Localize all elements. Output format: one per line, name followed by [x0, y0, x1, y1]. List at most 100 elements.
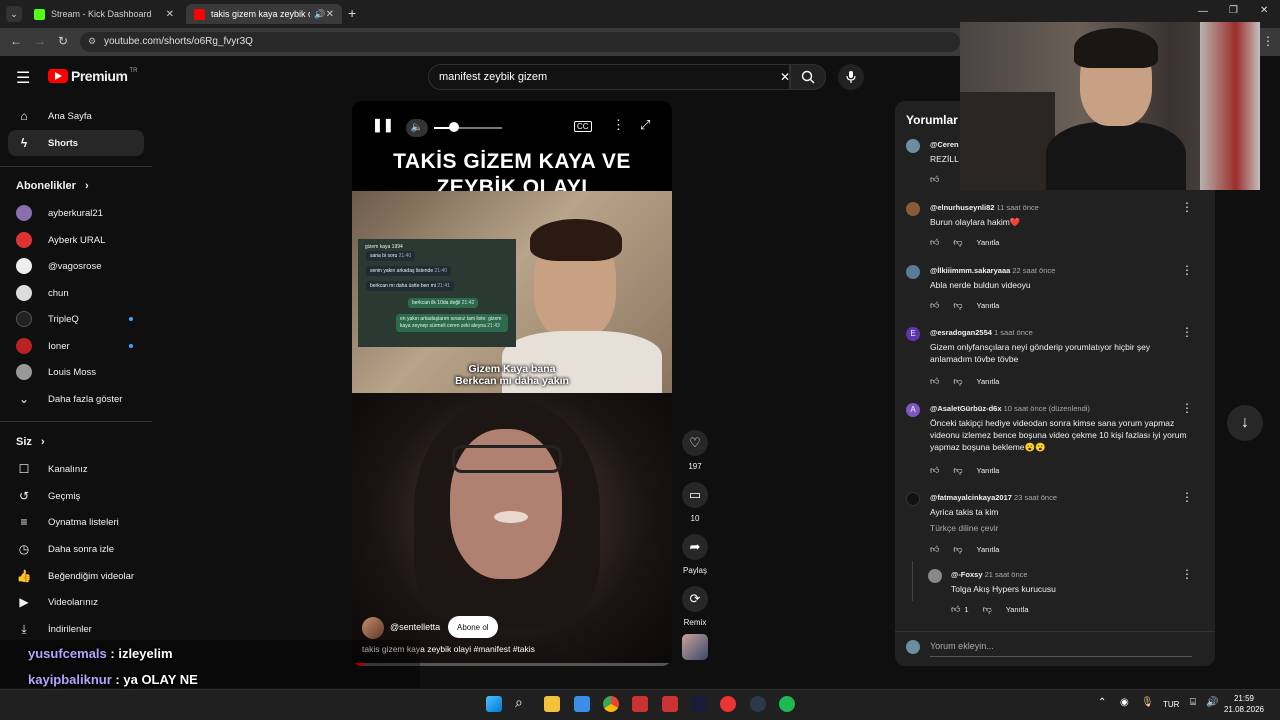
back-icon[interactable]: ← [10, 34, 22, 48]
media-player-icon[interactable] [720, 696, 736, 712]
url-field[interactable]: ⚙ youtube.com/shorts/o6Rg_fvyr3Q [80, 32, 960, 52]
captions-icon[interactable]: CC [574, 121, 592, 132]
sidebar-item-channel[interactable]: ☐ Kanalınız [8, 456, 144, 482]
sidebar-item-sub[interactable]: Louis Moss [8, 359, 144, 385]
window-close-icon[interactable]: ✕ [1260, 5, 1268, 16]
network-icon[interactable]: ⌸ [1190, 697, 1196, 708]
youtube-logo[interactable]: Premium TR [48, 68, 137, 84]
thumbs-up-icon[interactable]: 👍︎ [951, 604, 960, 615]
comment-author[interactable]: @-Foxsy 21 saat önce [951, 570, 1028, 579]
sidebar-item-watch-later[interactable]: ◷ Daha sonra izle [8, 536, 144, 562]
sidebar-item-sub[interactable]: chun [8, 280, 144, 306]
app-icon[interactable] [691, 696, 707, 712]
sidebar-item-your-videos[interactable]: ▶ Videolarınız [8, 589, 144, 615]
show-more-button[interactable]: ⌄ Daha fazla göster [8, 386, 144, 412]
tab-kick-dashboard[interactable]: Stream - Kick Dashboard ✕ [26, 4, 182, 24]
sidebar-item-home[interactable]: ⌂ Ana Sayfa [8, 103, 144, 129]
thumbs-down-icon[interactable]: 👎︎ [953, 376, 962, 387]
sidebar-item-downloads[interactable]: ⤓ İndirilenler [8, 616, 144, 642]
comment-menu-icon[interactable]: ⋮ [1181, 325, 1193, 339]
thumbs-up-icon[interactable]: 👍︎ [930, 376, 939, 387]
thumbs-down-icon[interactable]: 👎︎ [953, 544, 962, 555]
close-icon[interactable]: ✕ [166, 9, 174, 20]
comment-avatar[interactable] [906, 265, 920, 279]
sound-thumbnail[interactable] [682, 634, 708, 660]
app-icon[interactable] [662, 696, 678, 712]
tab-youtube-short[interactable]: takis gizem kaya zeybik ola 🔊 ✕ [186, 4, 342, 24]
browser-menu-icon[interactable]: ⋮ [1262, 34, 1274, 48]
sidebar-item-sub[interactable]: Ioner [8, 333, 144, 359]
reply-button[interactable]: Yanıtla [977, 238, 1000, 247]
sidebar-item-sub[interactable]: ayberkural21 [8, 200, 144, 226]
thumbs-down-icon[interactable]: 👎︎ [953, 300, 962, 311]
sidebar-item-sub[interactable]: @vagosrose [8, 253, 144, 279]
speaker-icon[interactable]: 🔊 [314, 9, 325, 20]
comment-menu-icon[interactable]: ⋮ [1181, 490, 1193, 504]
comment-avatar[interactable] [928, 569, 942, 583]
site-info-icon[interactable]: ⚙ [88, 36, 96, 47]
comment-menu-icon[interactable]: ⋮ [1181, 567, 1193, 581]
thumbs-down-icon[interactable]: 👎︎ [953, 237, 962, 248]
thumbs-up-icon[interactable]: 👍︎ [930, 544, 939, 555]
reply-button[interactable]: Yanıtla [977, 545, 1000, 554]
share-button[interactable]: ➦ [682, 534, 708, 560]
remix-button[interactable]: ⟳ [682, 586, 708, 612]
like-button[interactable]: ♡ [682, 430, 708, 456]
steam-icon[interactable] [750, 696, 766, 712]
reply-button[interactable]: Yanıtla [977, 466, 1000, 475]
menu-icon[interactable]: ☰ [16, 68, 30, 88]
voice-search-button[interactable] [838, 64, 864, 90]
comment-menu-icon[interactable]: ⋮ [1181, 200, 1193, 214]
more-options-icon[interactable]: ⋮ [612, 117, 625, 133]
channel-avatar[interactable] [362, 617, 384, 639]
comment-avatar[interactable] [906, 202, 920, 216]
next-short-button[interactable]: ↓ [1227, 405, 1263, 441]
search-icon[interactable]: ⌕ [515, 694, 523, 711]
comment-author[interactable]: @İlkiiimmm.sakaryaaa 22 saat önce [930, 266, 1055, 275]
comment-avatar[interactable] [906, 139, 920, 153]
clear-search-icon[interactable]: ✕ [780, 70, 790, 84]
comment-author[interactable]: @Ceren [930, 140, 959, 149]
comment-input[interactable]: Yorum ekleyin... [930, 641, 1192, 657]
volume-slider-knob[interactable] [449, 122, 460, 132]
you-heading[interactable]: Siz › [16, 436, 45, 448]
comment-author[interactable]: @esradogan2554 1 saat önce [930, 328, 1033, 337]
tray-app-icon[interactable]: ◉ [1120, 697, 1129, 708]
close-icon[interactable]: ✕ [326, 9, 334, 20]
reload-icon[interactable]: ↻ [58, 34, 68, 48]
tray-chevron-icon[interactable]: ⌃ [1098, 697, 1106, 708]
reply-button[interactable]: Yanıtla [1006, 605, 1029, 614]
thumbs-up-icon[interactable]: 👍︎ [930, 237, 939, 248]
microphone-tray-icon[interactable]: 🎙 [1141, 697, 1154, 708]
new-tab-button[interactable]: + [348, 5, 356, 21]
comment-author[interactable]: @fatmayalcinkaya2017 23 saat önce [930, 493, 1057, 502]
subscriptions-heading[interactable]: Abonelikler › [16, 180, 89, 192]
comment-avatar[interactable]: E [906, 327, 920, 341]
language-indicator[interactable]: TUR [1163, 700, 1179, 709]
thumbs-down-icon[interactable]: 👎︎ [983, 604, 992, 615]
file-explorer-icon[interactable] [544, 696, 560, 712]
thumbs-down-icon[interactable]: 👎︎ [953, 465, 962, 476]
spotify-icon[interactable] [779, 696, 795, 712]
reply-button[interactable]: Yanıtla [977, 377, 1000, 386]
comments-button[interactable]: ▭ [682, 482, 708, 508]
minimize-icon[interactable]: — [1198, 6, 1208, 17]
system-clock[interactable]: 21:59 21.08.2026 [1216, 693, 1272, 715]
sidebar-item-playlists[interactable]: ≡ Oynatma listeleri [8, 509, 144, 535]
comment-author[interactable]: @AsaletGürbüz-d6x 10 saat önce (düzenlen… [930, 404, 1090, 413]
search-input[interactable]: manifest zeybik gizem ✕ [428, 64, 790, 90]
sidebar-item-sub[interactable]: Ayberk URAL [8, 227, 144, 253]
photos-icon[interactable] [574, 696, 590, 712]
subscribe-button[interactable]: Abone ol [448, 616, 498, 638]
comment-menu-icon[interactable]: ⋮ [1181, 401, 1193, 415]
thumbs-up-icon[interactable]: 👍︎ [930, 300, 939, 311]
thumbs-up-icon[interactable]: 👍︎ [930, 465, 939, 476]
pause-icon[interactable]: ❚❚ [372, 117, 394, 133]
windows-start-icon[interactable] [486, 696, 502, 712]
comment-avatar[interactable] [906, 492, 920, 506]
fullscreen-icon[interactable]: ⤢ [640, 117, 650, 133]
comment-author[interactable]: @elnurhuseynli82 11 saat önce [930, 203, 1039, 212]
sidebar-item-sub[interactable]: TripleQ [8, 306, 144, 332]
restore-icon[interactable]: ❐ [1229, 5, 1238, 16]
tab-search-button[interactable]: ⌄ [6, 6, 22, 22]
